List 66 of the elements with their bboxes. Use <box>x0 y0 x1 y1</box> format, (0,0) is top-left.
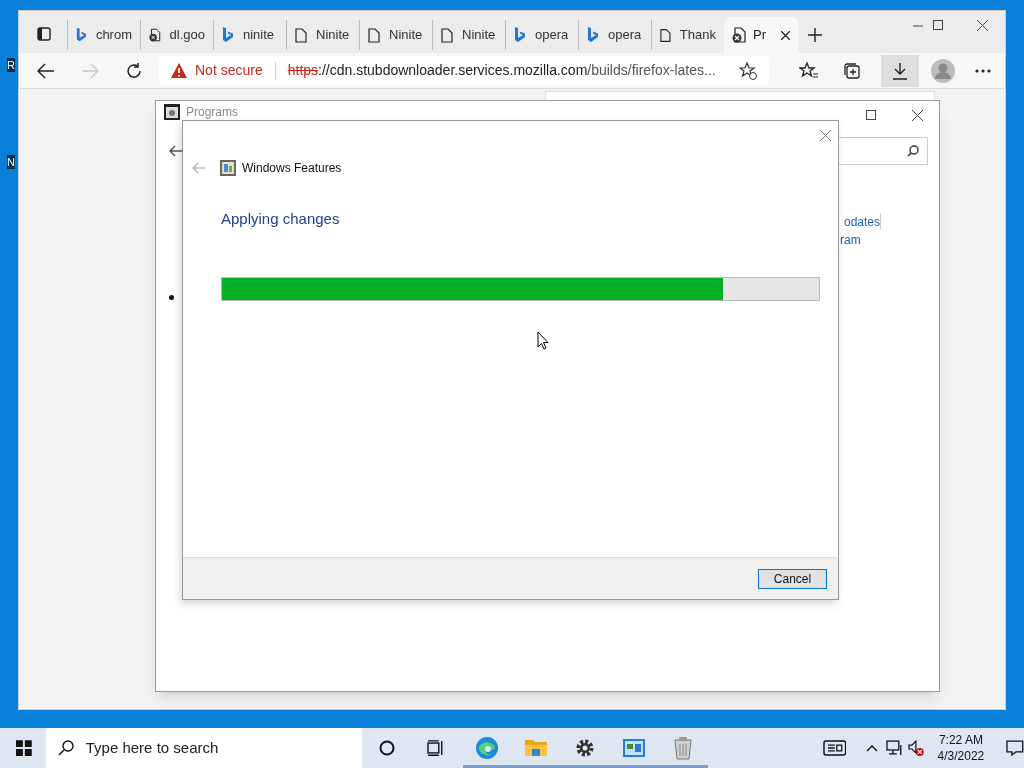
refresh-icon[interactable] <box>125 61 143 80</box>
maximize-icon[interactable] <box>866 110 876 120</box>
collections-icon[interactable] <box>843 61 861 80</box>
search-placeholder: Type here to search <box>85 737 219 758</box>
url-text: https://cdn.stubdownloader.services.mozilla.com/builds/firefox-lates... <box>287 61 716 80</box>
more-icon[interactable] <box>975 68 991 73</box>
blocked-page-icon <box>149 27 161 43</box>
browser-tab[interactable]: chrom <box>67 20 140 50</box>
clock-date[interactable]: 4/3/2022 <box>937 748 985 764</box>
window-title: Programs <box>186 105 238 119</box>
muted-speaker-icon[interactable] <box>907 740 924 756</box>
page-icon <box>660 27 671 43</box>
address-bar[interactable]: Not secure https://cdn.stubdownloader.services.mozilla.com/builds/firefox-lates... <box>159 55 769 86</box>
warning-icon <box>171 63 187 78</box>
downloads-button[interactable] <box>881 54 919 87</box>
news-icon[interactable] <box>822 740 847 756</box>
chevron-up-icon[interactable] <box>866 744 879 752</box>
cancel-button[interactable]: Cancel <box>758 568 827 589</box>
desktop-icon-label[interactable]: N <box>7 155 15 169</box>
bing-icon <box>222 27 234 43</box>
favorites-icon[interactable] <box>799 61 819 80</box>
browser-tab[interactable]: opera <box>505 20 578 50</box>
close-icon[interactable] <box>820 130 831 141</box>
dialog-heading: Applying changes <box>221 209 341 229</box>
browser-tab[interactable]: dl.goo <box>140 20 213 50</box>
browser-tab[interactable]: Pr <box>724 17 798 53</box>
programs-icon <box>164 104 180 120</box>
back-icon[interactable] <box>169 145 183 157</box>
network-icon[interactable] <box>886 740 904 756</box>
close-icon[interactable] <box>977 20 988 31</box>
search-icon <box>907 145 919 157</box>
search-field[interactable]: Type here to search <box>45 728 363 768</box>
favorite-add-icon[interactable] <box>739 61 757 80</box>
task-view-icon[interactable] <box>426 740 445 756</box>
plus-icon <box>808 28 822 42</box>
link[interactable]: odates <box>844 213 881 231</box>
bing-icon <box>76 27 87 43</box>
dialog-title: Windows Features <box>242 160 342 177</box>
page-icon <box>368 27 380 43</box>
browser-tab[interactable]: Ninite <box>359 20 432 50</box>
windows-features-icon <box>220 160 236 176</box>
bing-icon <box>587 27 599 43</box>
browser-tab[interactable]: Ninite <box>432 20 505 50</box>
download-icon <box>892 61 908 80</box>
page-icon <box>295 27 307 43</box>
avatar-icon[interactable] <box>931 58 955 83</box>
desktop-icon-label[interactable]: R <box>7 58 15 72</box>
browser-tab[interactable]: ninite <box>213 20 286 50</box>
maximize-icon[interactable] <box>933 20 943 30</box>
clock-time[interactable]: 7:22 AM <box>938 732 983 748</box>
cortana-icon[interactable] <box>379 740 395 756</box>
security-label: Not secure <box>195 61 263 80</box>
back-icon[interactable] <box>37 62 55 79</box>
browser-tab[interactable]: opera <box>578 20 651 50</box>
bing-icon <box>514 27 526 43</box>
close-icon[interactable] <box>912 110 923 121</box>
search-icon <box>57 740 74 756</box>
windows-start-icon[interactable] <box>16 740 32 756</box>
bullet-icon <box>169 295 174 300</box>
page-icon <box>441 27 453 43</box>
tab-close-icon[interactable] <box>781 30 790 40</box>
notifications-icon[interactable] <box>1006 740 1024 756</box>
blocked-page-icon <box>732 27 746 43</box>
link[interactable]: ram <box>840 231 861 249</box>
cursor-icon <box>537 331 549 350</box>
browser-tab[interactable]: Ninite <box>286 20 359 50</box>
